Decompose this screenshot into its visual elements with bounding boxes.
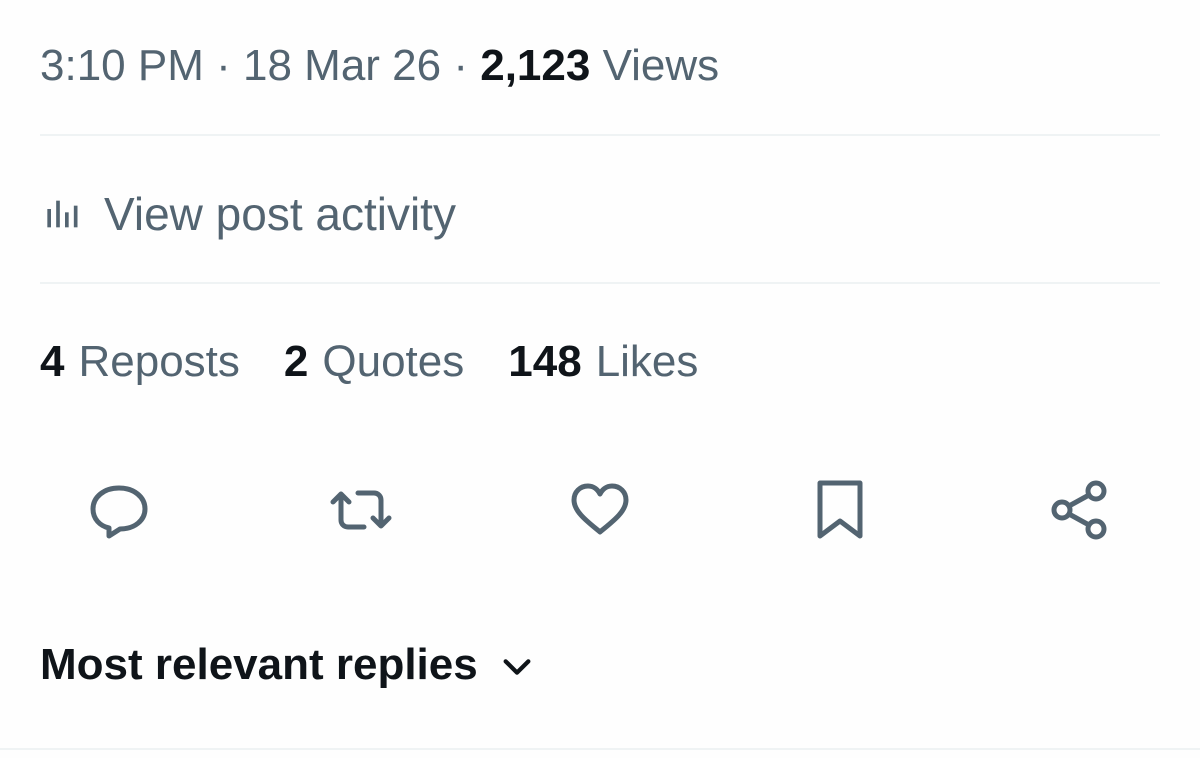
reposts-count: 4 xyxy=(40,337,65,386)
views-label: Views xyxy=(602,41,720,90)
share-nodes-icon xyxy=(1051,480,1107,540)
speech-bubble-icon xyxy=(90,485,148,539)
post-time[interactable]: 3:10 PM xyxy=(40,41,204,90)
post-date[interactable]: 18 Mar 26 xyxy=(243,41,441,90)
action-bar xyxy=(0,478,1200,542)
quotes-stat[interactable]: 2 Quotes xyxy=(284,334,464,390)
replies-sort-label: Most relevant replies xyxy=(40,640,478,689)
likes-stat[interactable]: 148 Likes xyxy=(508,334,698,390)
quotes-count: 2 xyxy=(283,337,309,386)
view-post-activity-link[interactable]: View post activity xyxy=(44,186,456,242)
replies-sort-dropdown[interactable]: Most relevant replies xyxy=(40,640,534,690)
quotes-label: Quotes xyxy=(322,337,465,386)
chevron-down-icon xyxy=(503,659,531,675)
heart-icon xyxy=(571,483,629,535)
meta-separator: · xyxy=(216,41,231,90)
bookmark-icon xyxy=(817,480,863,539)
post-detail-footer: 3:10 PM · 18 Mar 26 · 2,123 Views View p… xyxy=(0,0,1200,758)
reply-button[interactable] xyxy=(87,478,151,542)
share-button[interactable] xyxy=(1048,478,1112,542)
divider xyxy=(40,282,1160,284)
likes-label: Likes xyxy=(595,337,699,386)
divider xyxy=(0,748,1200,750)
likes-count: 148 xyxy=(508,337,582,386)
post-meta: 3:10 PM · 18 Mar 26 · 2,123 Views xyxy=(40,38,719,94)
engagement-stats: 4 Reposts 2 Quotes 148 Likes xyxy=(40,334,742,390)
views-count: 2,123 xyxy=(480,41,591,90)
reposts-stat[interactable]: 4 Reposts xyxy=(40,334,240,390)
view-post-activity-label: View post activity xyxy=(104,188,456,240)
like-button[interactable] xyxy=(568,478,632,542)
repost-arrows-icon xyxy=(330,490,392,530)
divider xyxy=(40,134,1160,136)
meta-separator: · xyxy=(453,41,468,90)
reposts-label: Reposts xyxy=(78,337,240,386)
analytics-bars-icon xyxy=(47,200,78,228)
repost-button[interactable] xyxy=(329,478,393,542)
bookmark-button[interactable] xyxy=(808,478,872,542)
